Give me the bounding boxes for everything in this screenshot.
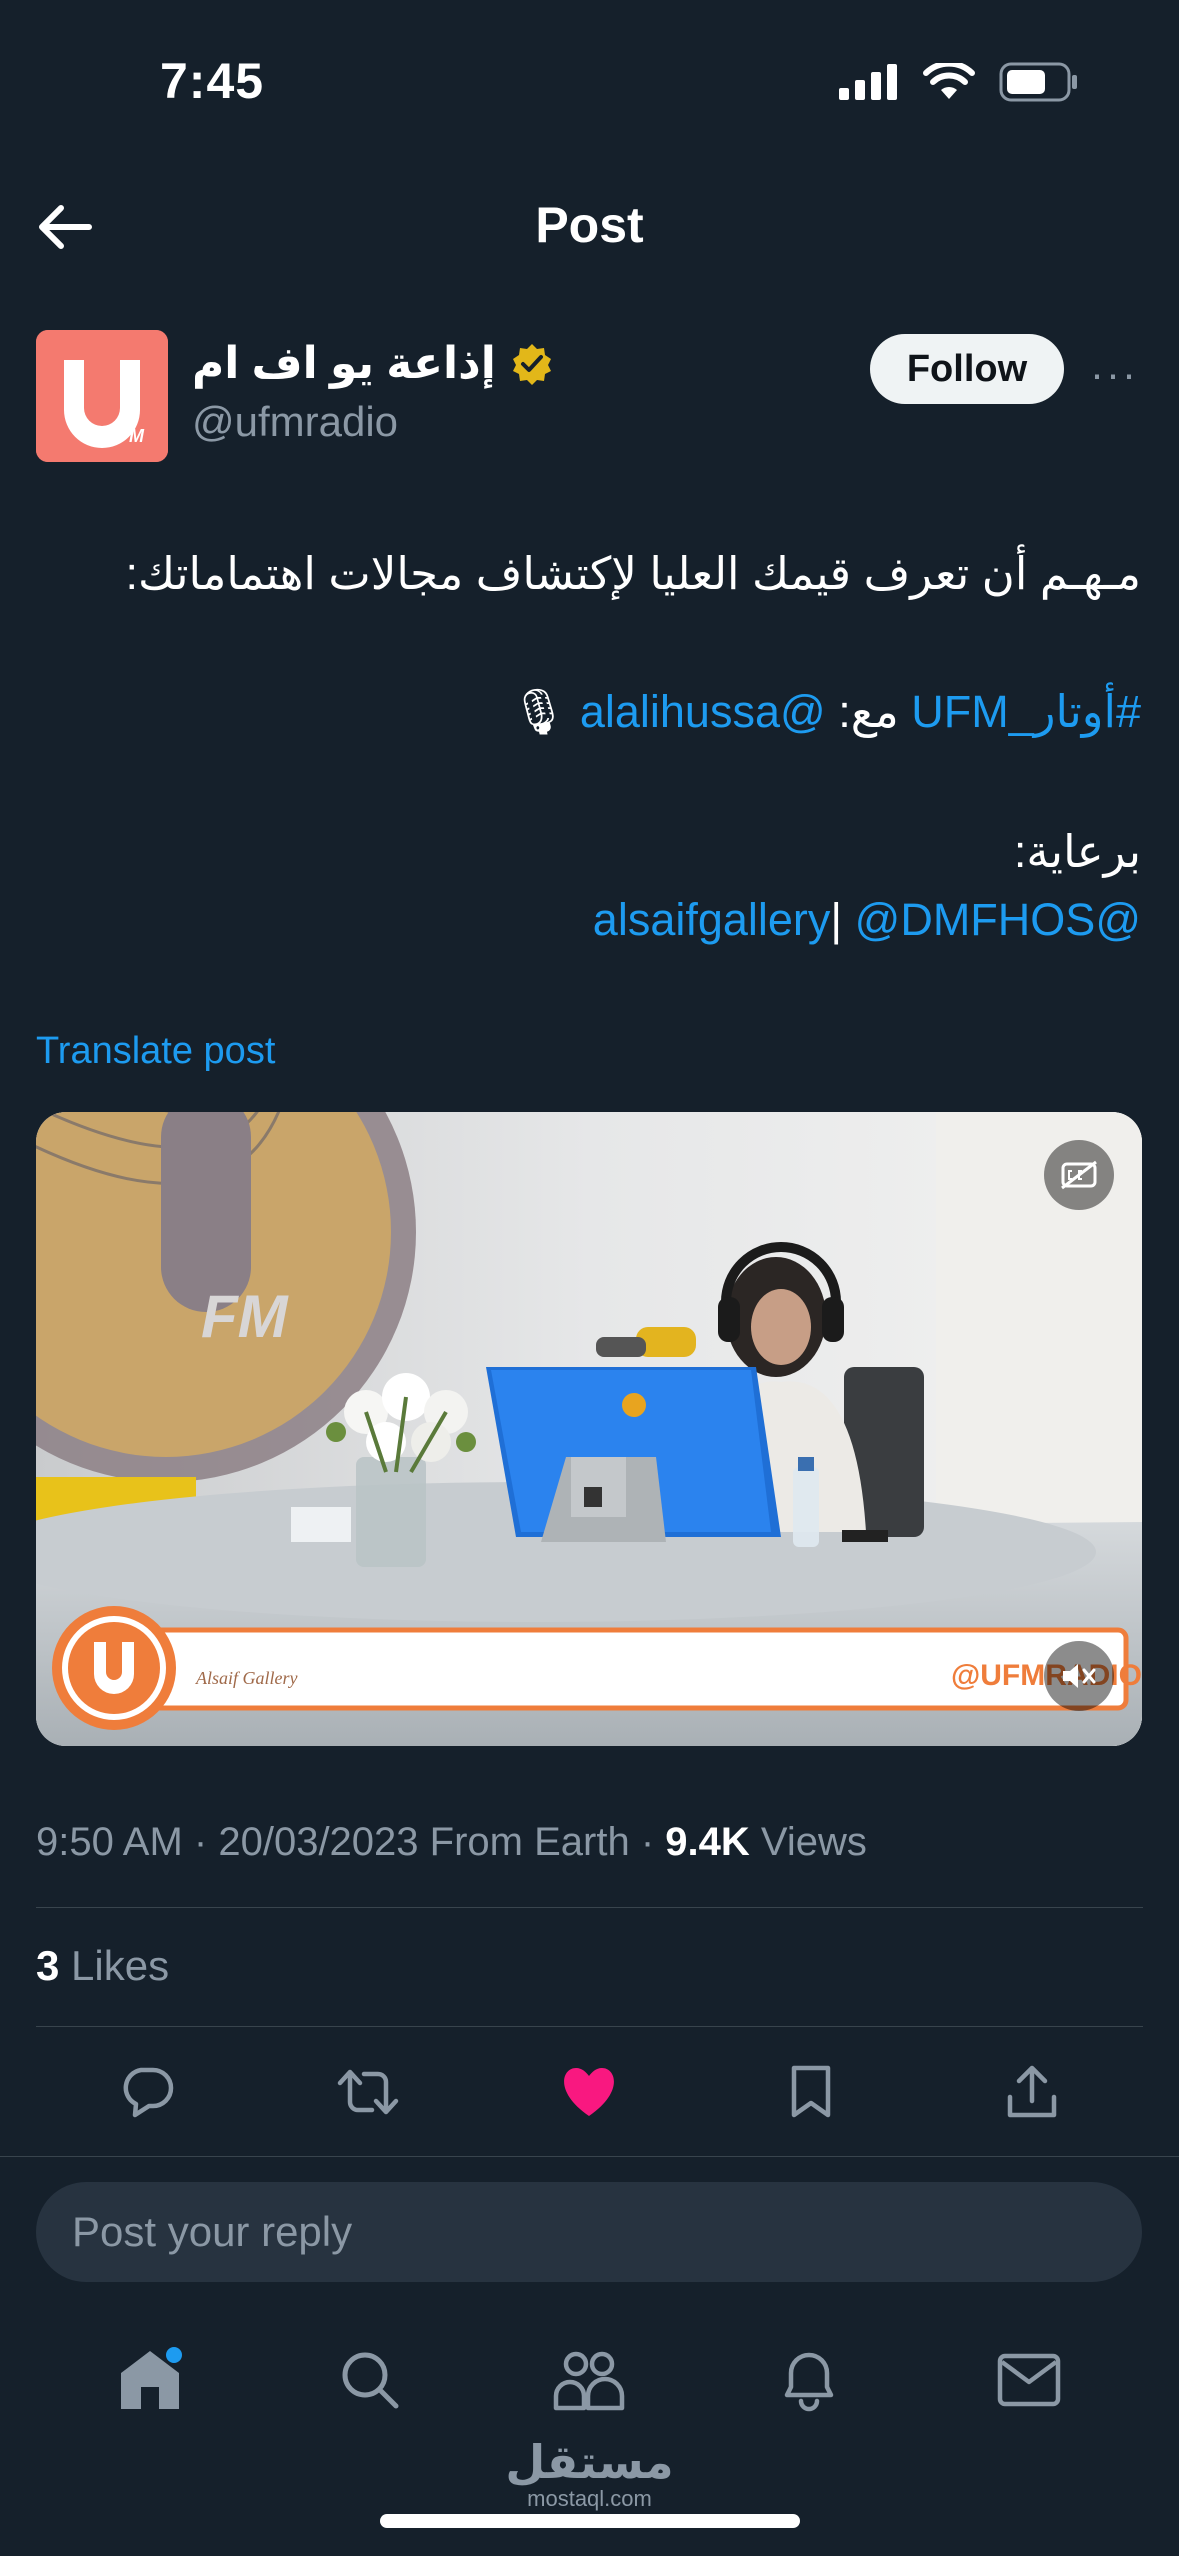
hashtag-link[interactable]: #أوتار_UFM — [911, 686, 1141, 737]
post-text-sponsors: @alsaifgallery| @DMFHOS — [38, 886, 1141, 954]
ufm-logo-icon: FM — [36, 330, 168, 462]
mostaql-watermark-domain: mostaql.com — [527, 2486, 652, 2511]
microphone-icon: 🎙 — [510, 686, 568, 737]
author-name[interactable]: إذاعة يو اف ام — [192, 338, 496, 389]
post-meta: 9:50 AM · 20/03/2023 From Earth · 9.4K V… — [36, 1820, 867, 1865]
bookmark-button[interactable] — [771, 2058, 851, 2126]
tab-search[interactable] — [320, 2330, 420, 2430]
divider — [36, 1907, 1143, 1908]
post-location: From Earth — [429, 1820, 630, 1864]
tab-home[interactable] — [100, 2330, 200, 2430]
mention-link-dmfhos[interactable]: @DMFHOS — [855, 894, 1096, 945]
tab-notifications[interactable] — [759, 2330, 859, 2430]
likes-summary[interactable]: 3 Likes — [36, 1942, 169, 1990]
wall-logo-text: FM — [201, 1283, 290, 1350]
speaker-muted-icon — [1063, 1664, 1096, 1688]
repost-button[interactable] — [328, 2058, 408, 2126]
home-indicator[interactable] — [380, 2514, 800, 2528]
reply-input[interactable]: Post your reply — [36, 2182, 1142, 2282]
sponsor-separator: | — [830, 894, 843, 945]
mostaql-watermark-brand: مستقل — [505, 2436, 674, 2488]
page-title: Post — [535, 197, 644, 253]
divider — [0, 2156, 1179, 2157]
post-actions-bar — [36, 2058, 1143, 2126]
views-label: Views — [760, 1820, 867, 1864]
post-date: 20/03/2023 — [218, 1820, 419, 1864]
post-text-sponsor-label: برعاية: — [1013, 826, 1141, 877]
follow-button[interactable]: Follow — [870, 334, 1064, 404]
wifi-icon — [923, 63, 975, 99]
bookmark-icon — [791, 2065, 831, 2118]
mention-link-alalihussa[interactable]: @alalihussa — [580, 686, 826, 737]
verified-badge-icon — [512, 343, 551, 385]
reply-placeholder: Post your reply — [72, 2208, 353, 2255]
meta-separator: · — [640, 1820, 655, 1864]
status-icons — [839, 62, 1079, 102]
avatar[interactable]: FM — [36, 330, 168, 462]
post-time: 9:50 AM — [36, 1820, 183, 1864]
post-text-line-2: #أوتار_UFM مع: @alalihussa 🎙 — [38, 678, 1141, 746]
cellular-signal-icon — [839, 64, 897, 100]
unmute-button[interactable] — [1044, 1641, 1114, 1711]
gallery-text: Alsaif Gallery — [195, 1668, 298, 1688]
meta-separator: · — [193, 1820, 208, 1864]
post-text-line-1: مـهـم أن تعرف قيمك العليا لإكتشاف مجالات… — [125, 548, 1141, 599]
author-handle[interactable]: @ufmradio — [192, 398, 398, 446]
post-video[interactable]: FM Alsaif Gallery @UFMRADIO — [36, 1112, 1142, 1746]
home-icon — [120, 2347, 182, 2409]
views-count[interactable]: 9.4K — [665, 1820, 750, 1864]
captions-off-button[interactable] — [1044, 1140, 1114, 1210]
divider — [36, 2026, 1143, 2027]
more-options-button[interactable]: ··· — [1090, 350, 1138, 398]
tab-messages[interactable] — [979, 2330, 1079, 2430]
repost-icon — [337, 2069, 399, 2115]
translate-post-link[interactable]: Translate post — [36, 1030, 275, 1073]
heart-filled-icon — [564, 2068, 615, 2116]
battery-icon — [999, 62, 1077, 102]
video-frame: FM Alsaif Gallery @UFMRADIO — [36, 1112, 1142, 1746]
search-icon — [342, 2352, 399, 2409]
likes-count: 3 — [36, 1942, 60, 1989]
likes-label: Likes — [71, 1942, 170, 1989]
tab-communities[interactable] — [539, 2330, 639, 2430]
with-text: مع: — [825, 686, 912, 737]
captions-off-icon — [1061, 1160, 1097, 1190]
share-button[interactable] — [992, 2058, 1072, 2126]
avatar-text: FM — [118, 426, 145, 446]
bell-icon — [785, 2352, 834, 2412]
reply-icon — [123, 2067, 173, 2118]
bottom-tab-bar — [0, 2325, 1179, 2435]
mail-icon — [997, 2353, 1061, 2407]
author-name-row[interactable]: إذاعة يو اف ام — [192, 338, 554, 389]
reply-button[interactable] — [107, 2058, 187, 2126]
status-time: 7:45 — [160, 53, 265, 109]
share-icon — [1008, 2065, 1057, 2118]
like-button[interactable] — [549, 2058, 629, 2126]
communities-icon — [554, 2351, 625, 2411]
